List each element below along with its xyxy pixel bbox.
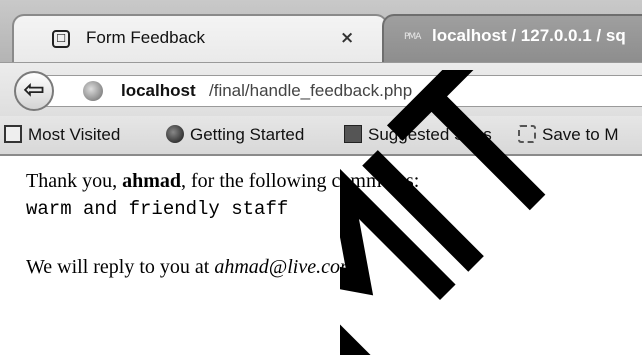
url-bar[interactable]: localhost /final/handle_feedback.php: [44, 75, 642, 107]
reply-line: We will reply to you at ahmad@live.com.: [26, 256, 359, 279]
comments-text: warm and friendly staff: [26, 198, 289, 220]
navigation-bar: localhost /final/handle_feedback.php ⇦: [0, 62, 642, 117]
site-identity-icon[interactable]: [83, 81, 103, 101]
firefox-icon: [166, 125, 184, 143]
thanks-suffix: , for the following comments:: [181, 170, 420, 192]
bookmarks-bar: Most Visited Getting Started Suggested S…: [0, 116, 642, 156]
bookmark-most-visited[interactable]: Most Visited: [28, 125, 120, 145]
reply-suffix: .: [354, 256, 360, 278]
save-icon: [518, 125, 536, 143]
user-name: ahmad: [122, 170, 181, 192]
user-email: ahmad@live.com: [214, 256, 355, 278]
bookmark-suggested-sites[interactable]: Suggested Sites: [368, 125, 492, 145]
close-icon[interactable]: ×: [340, 28, 354, 48]
tab-title: Form Feedback: [86, 28, 206, 47]
url-host: localhost: [121, 81, 196, 100]
reply-prefix: We will reply to you at: [26, 256, 215, 278]
tab-form-feedback[interactable]: ☐ Form Feedback ×: [12, 14, 388, 66]
suggested-sites-icon: [344, 125, 362, 143]
thanks-prefix: Thank you,: [26, 170, 123, 192]
bookmark-getting-started[interactable]: Getting Started: [190, 125, 304, 145]
most-visited-icon: [4, 125, 22, 143]
url-path: /final/handle_feedback.php: [209, 81, 413, 100]
bookmark-save-to[interactable]: Save to M: [542, 125, 619, 145]
tab-strip: ☐ Form Feedback × PMA localhost / 127.0.…: [0, 0, 642, 66]
back-arrow-icon[interactable]: ⇦: [14, 71, 54, 111]
tab-title: localhost / 127.0.0.1 / sq: [432, 26, 626, 45]
thanks-line: Thank you, ahmad, for the following comm…: [26, 170, 419, 193]
page-icon: ☐: [52, 30, 70, 48]
tab-localhost[interactable]: PMA localhost / 127.0.0.1 / sq: [382, 14, 642, 66]
pma-icon: PMA: [404, 32, 421, 42]
browser-window: ☐ Form Feedback × PMA localhost / 127.0.…: [0, 0, 642, 355]
